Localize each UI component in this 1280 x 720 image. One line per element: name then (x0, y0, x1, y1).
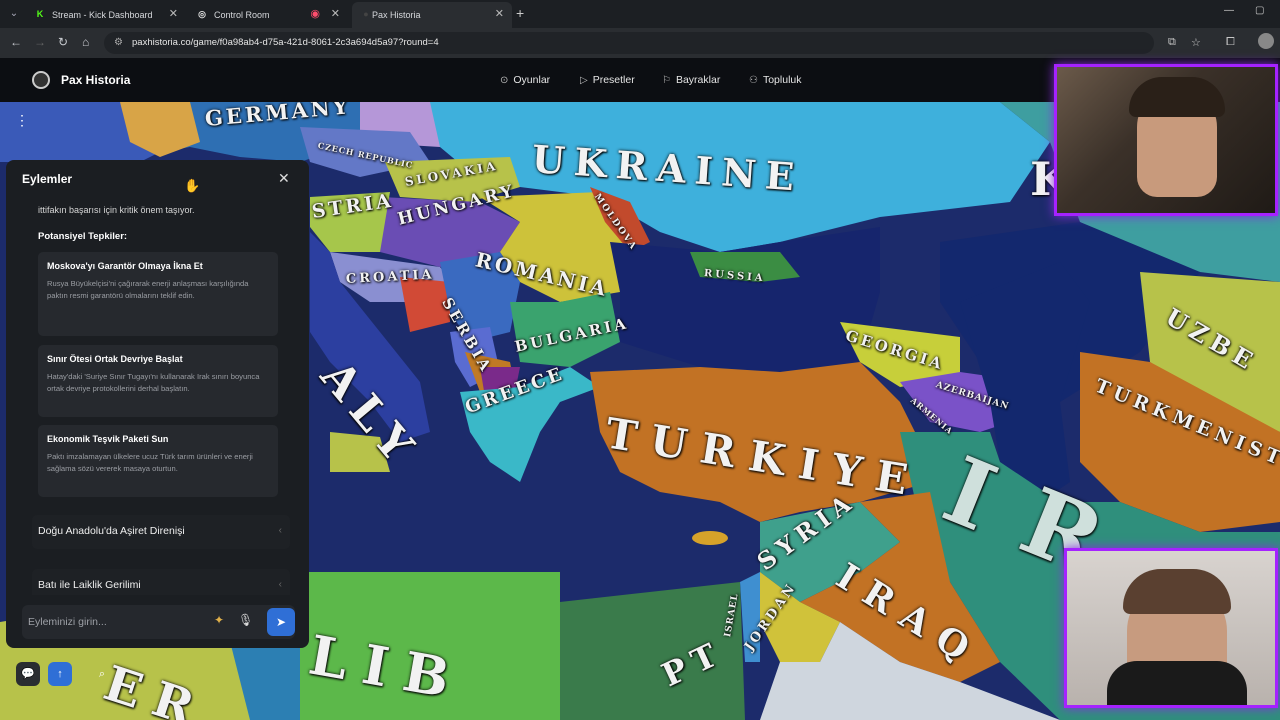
site-logo-text[interactable]: Pax Historia (61, 73, 130, 87)
action-input-row: ✦ 🎙 ➤ (22, 605, 295, 639)
tab-title: Control Room (214, 10, 270, 20)
issue-label: Doğu Anadolu'da Aşiret Direnişi (38, 525, 185, 537)
bottom-dock: 💬 ↑ ⌕ (8, 660, 118, 690)
address-bar[interactable]: ⚙ paxhistoria.co/game/f0a98ab4-d75a-421d… (104, 32, 1154, 54)
streamer-shirt (1107, 661, 1247, 705)
search-icon[interactable]: ⌕ (90, 662, 114, 686)
streamer-hair (1123, 569, 1231, 614)
send-button[interactable]: ➤ (267, 608, 295, 636)
streamer-hair (1129, 77, 1225, 117)
control-room-favicon-icon: ◎ (198, 9, 206, 19)
chevron-left-icon: ‹ (278, 525, 282, 536)
browser-tab-strip: ⌄ K Stream - Kick Dashboard ✕ ◎ Control … (0, 0, 1280, 28)
action-card[interactable]: Ekonomik Teşvik Paketi Sun Paktı imzalam… (38, 425, 278, 497)
play-icon: ▷ (580, 75, 588, 86)
panel-scroll-area[interactable]: ittifakın başarısı için kritik önem taşı… (6, 200, 309, 595)
pax-historia-logo-icon[interactable] (32, 71, 50, 89)
webcam-overlay-top (1054, 64, 1278, 216)
nav-topluluk[interactable]: ⚇ Topluluk (749, 74, 802, 86)
tab-kick-dashboard[interactable]: K Stream - Kick Dashboard ✕ (26, 2, 186, 28)
close-icon[interactable]: ✕ (278, 170, 290, 187)
sparkle-icon[interactable]: ✦ (214, 613, 224, 627)
tab-pax-historia[interactable]: ● Pax Historia ✕ (352, 2, 512, 28)
tab-title: Pax Historia (372, 10, 421, 20)
close-tab-icon[interactable]: ✕ (495, 2, 504, 26)
flag-icon: ⚐ (662, 75, 671, 86)
webcam-overlay-bottom (1064, 548, 1278, 708)
collapsible-issue[interactable]: Batı ile Laiklik Gerilimi ‹ (32, 569, 290, 595)
collapsible-issue[interactable]: Doğu Anadolu'da Aşiret Direnişi ‹ (32, 515, 290, 549)
new-tab-icon[interactable]: + (516, 5, 524, 21)
actions-panel: Eylemler ✋ ✕ ittifakın başarısı için kri… (6, 160, 309, 648)
maximize-icon[interactable]: ▢ (1255, 5, 1264, 16)
action-title: Sınır Ötesi Ortak Devriye Başlat (47, 354, 183, 364)
reload-icon[interactable]: ↻ (58, 35, 68, 49)
profile-avatar[interactable] (1258, 33, 1274, 49)
nav-presetler[interactable]: ▷ Presetler (580, 74, 635, 86)
users-icon: ⚇ (749, 75, 758, 86)
tab-control-room[interactable]: ◎ Control Room ◉ ✕ (188, 2, 348, 28)
nav-label: Oyunlar (513, 74, 551, 86)
nav-label: Topluluk (762, 74, 802, 86)
microphone-icon[interactable]: 🎙 (238, 613, 253, 627)
issue-label: Batı ile Laiklik Gerilimi (38, 579, 141, 591)
nav-label: Presetler (592, 74, 635, 86)
home-icon[interactable]: ⌂ (82, 35, 89, 49)
tab-title: Stream - Kick Dashboard (52, 10, 153, 20)
action-input[interactable] (28, 612, 208, 632)
action-description: Hatay'daki 'Suriye Sınır Tugayı'nı kulla… (47, 372, 260, 393)
forward-icon[interactable]: → (34, 35, 46, 49)
map-menu-icon[interactable]: ⋮ (14, 112, 30, 128)
panel-title: Eylemler (22, 172, 73, 186)
action-card[interactable]: Sınır Ötesi Ortak Devriye Başlat Hatay'd… (38, 345, 278, 417)
site-info-icon[interactable]: ⚙ (114, 37, 123, 48)
close-tab-icon[interactable]: ✕ (169, 2, 178, 26)
tab-search-icon[interactable]: ⌄ (6, 6, 22, 22)
minimize-icon[interactable]: — (1224, 5, 1234, 16)
hand-cursor-icon: ✋ (184, 178, 201, 193)
action-description: Paktı imzalamayan ülkelere ucuz Türk tar… (47, 452, 253, 473)
sea-black-sea (610, 227, 880, 372)
intro-text: ittifakın başarısı için kritik önem taşı… (38, 205, 195, 215)
section-heading: Potansiyel Tepkiler: (38, 231, 128, 242)
action-title: Ekonomik Teşvik Paketi Sun (47, 434, 169, 444)
gamepad-icon: ⊙ (500, 75, 509, 86)
rocket-icon[interactable]: ↑ (48, 662, 72, 686)
recording-icon: ◉ (310, 8, 320, 20)
action-card[interactable]: Moskova'yı Garantör Olmaya İkna Et Rusya… (38, 252, 278, 336)
nav-oyunlar[interactable]: ⊙ Oyunlar (500, 74, 550, 86)
action-description: Rusya Büyükelçisi'ni çağırarak enerji an… (47, 279, 249, 300)
browser-toolbar: ← → ↻ ⌂ ⚙ paxhistoria.co/game/f0a98ab4-d… (0, 28, 1280, 58)
back-icon[interactable]: ← (10, 35, 22, 49)
nav-label: Bayraklar (675, 74, 721, 86)
pax-historia-favicon-icon: ● (363, 9, 369, 19)
bookmark-star-icon[interactable]: ☆ (1191, 36, 1201, 49)
url-text: paxhistoria.co/game/f0a98ab4-d75a-421d-8… (132, 37, 439, 48)
action-title: Moskova'yı Garantör Olmaya İkna Et (47, 261, 203, 271)
extensions-icon[interactable]: ⧠ (1226, 36, 1235, 49)
kick-favicon-icon: K (36, 9, 44, 19)
close-tab-icon[interactable]: ✕ (331, 2, 340, 26)
chevron-left-icon: ‹ (278, 579, 282, 590)
nav-bayraklar[interactable]: ⚐ Bayraklar (662, 74, 720, 86)
chat-icon[interactable]: 💬 (16, 662, 40, 686)
region-cyprus (692, 531, 728, 545)
install-app-icon[interactable]: ⧉ (1168, 36, 1176, 49)
